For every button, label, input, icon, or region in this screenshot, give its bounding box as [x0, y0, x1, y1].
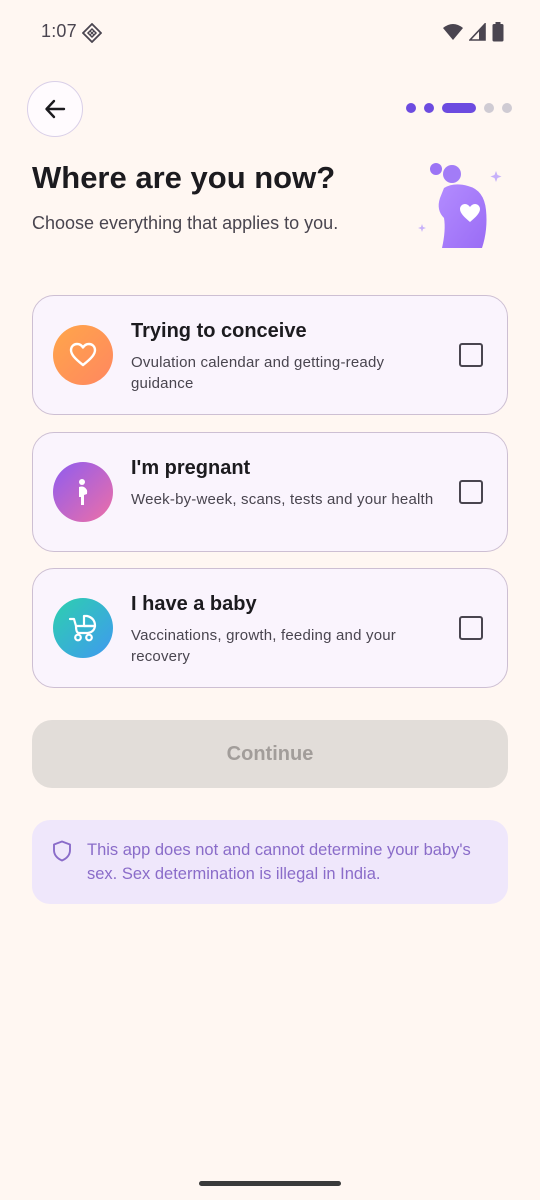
option-description: Ovulation calendar and getting-ready gui…	[131, 354, 385, 392]
step-progress-indicator	[406, 103, 512, 113]
continue-button[interactable]: Continue	[32, 720, 508, 788]
option-icon-badge	[53, 462, 113, 522]
notice-text: This app does not and cannot determine y…	[87, 841, 471, 883]
option-description: Week-by-week, scans, tests and your heal…	[131, 491, 434, 508]
app-notification-icon	[82, 23, 102, 43]
step-dot-pending	[484, 103, 494, 113]
step-dot-current	[442, 103, 476, 113]
option-checkbox[interactable]	[459, 343, 483, 367]
page-subtitle: Choose everything that applies to you.	[32, 213, 339, 233]
stroller-icon	[68, 614, 97, 642]
option-title: I'm pregnant	[131, 457, 251, 479]
option-checkbox[interactable]	[459, 480, 483, 504]
option-icon-badge	[53, 325, 113, 385]
battery-icon	[492, 22, 504, 42]
option-card-have-a-baby[interactable]: I have a baby Vaccinations, growth, feed…	[32, 568, 508, 688]
step-dot-completed	[406, 103, 416, 113]
status-icons	[443, 22, 504, 42]
step-dot-completed	[424, 103, 434, 113]
signal-icon	[469, 23, 486, 41]
option-icon-badge	[53, 598, 113, 658]
option-card-pregnant[interactable]: I'm pregnant Week-by-week, scans, tests …	[32, 432, 508, 552]
wifi-icon	[443, 24, 463, 40]
option-title: Trying to conceive	[131, 320, 307, 342]
onboarding-screen: 1:07 Where are you now? Choose everythin…	[0, 0, 540, 1200]
home-indicator[interactable]	[199, 1181, 341, 1186]
shield-icon	[53, 840, 71, 862]
heart-icon	[69, 342, 97, 367]
sex-determination-notice: This app does not and cannot determine y…	[32, 820, 508, 904]
page-title: Where are you now?	[32, 160, 336, 195]
option-card-trying-to-conceive[interactable]: Trying to conceive Ovulation calendar an…	[32, 295, 508, 415]
pregnant-woman-icon	[79, 479, 88, 505]
arrow-left-icon	[45, 99, 66, 119]
option-description: Vaccinations, growth, feeding and your r…	[131, 627, 396, 665]
mother-heart-illustration	[418, 163, 502, 248]
option-checkbox[interactable]	[459, 616, 483, 640]
step-dot-pending	[502, 103, 512, 113]
back-button[interactable]	[27, 81, 83, 137]
status-time: 1:07	[41, 21, 77, 41]
option-title: I have a baby	[131, 593, 257, 615]
status-bar: 1:07	[0, 0, 540, 64]
